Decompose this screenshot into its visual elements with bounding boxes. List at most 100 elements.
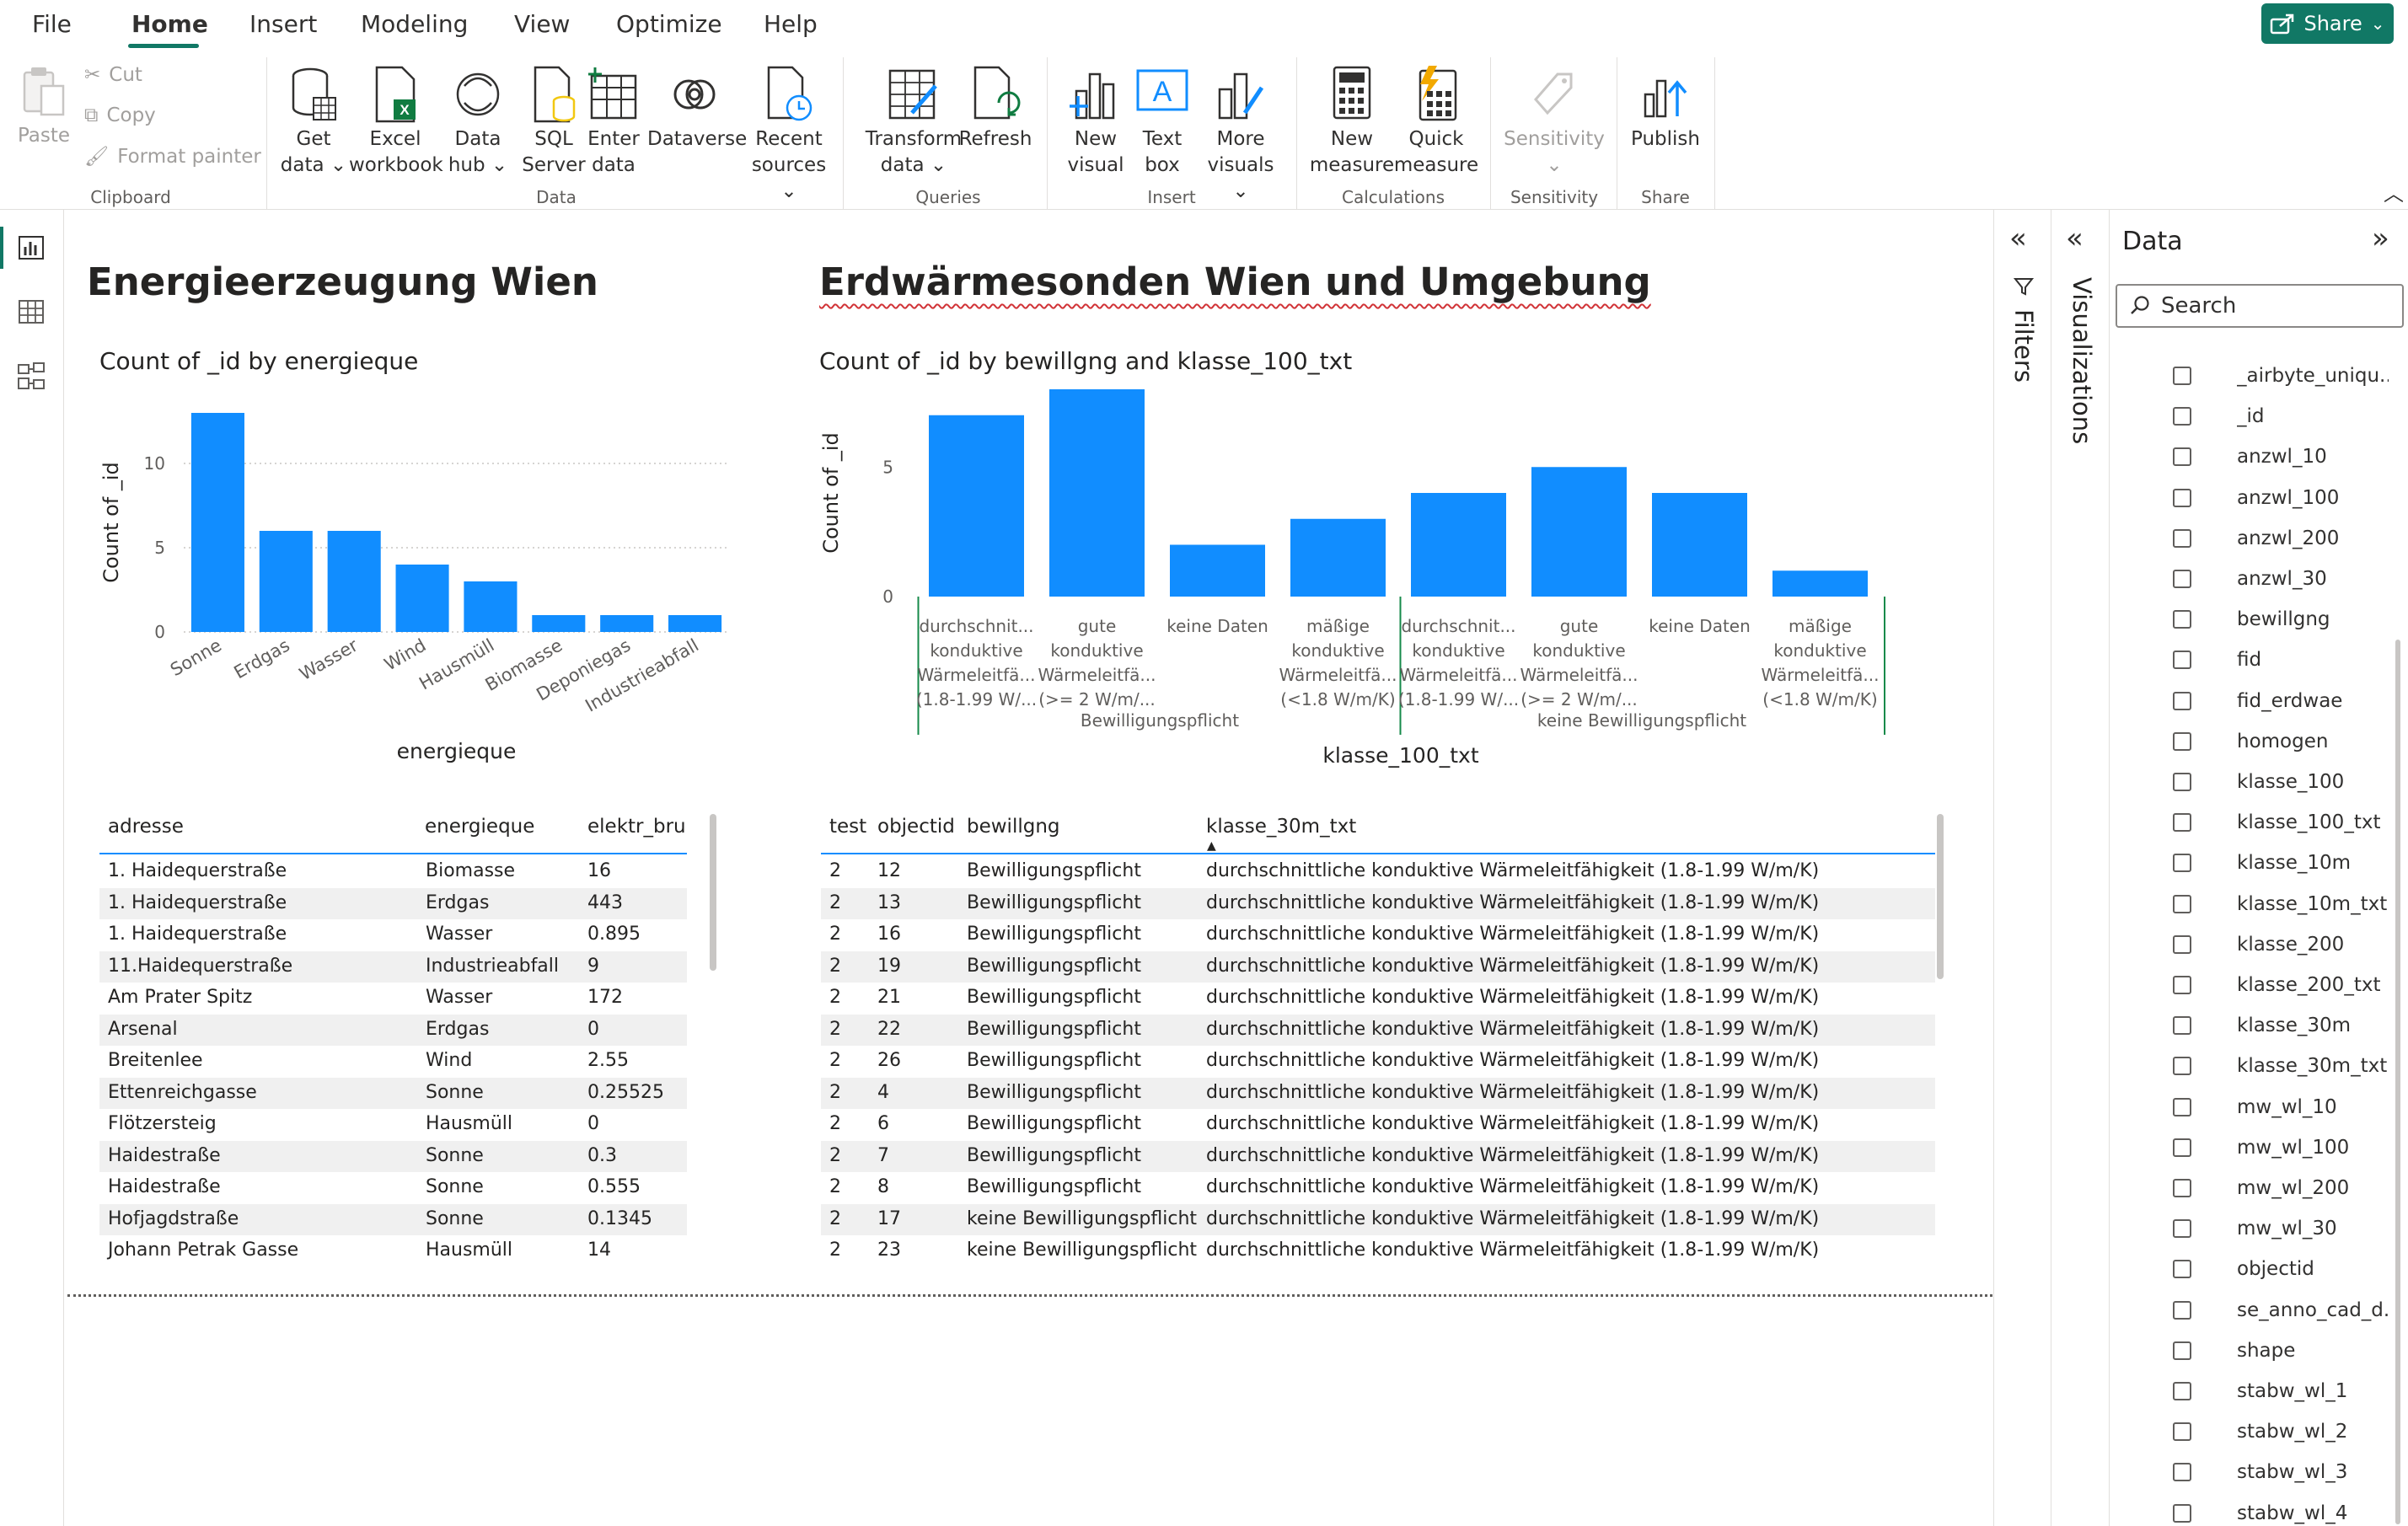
- field-item[interactable]: stabw_wl_2: [2237, 1411, 2389, 1452]
- data-search-box[interactable]: Search: [2116, 284, 2404, 328]
- format-painter-button[interactable]: 🖌 Format painter: [84, 145, 261, 169]
- bar-biomasse[interactable]: [532, 615, 586, 632]
- copy-button[interactable]: ⧉ Copy: [84, 104, 156, 126]
- field-checkbox[interactable]: [2173, 691, 2191, 710]
- field-item[interactable]: anzwl_100: [2237, 478, 2389, 518]
- field-checkbox[interactable]: [2173, 854, 2191, 873]
- table1-header-elektr-bru[interactable]: elektr_bru: [587, 816, 686, 838]
- bar-keine-bewilligungspflicht-0[interactable]: [1411, 493, 1506, 597]
- data-pane-scrollbar[interactable]: [2395, 640, 2400, 1524]
- excel-workbook-button[interactable]: X Excel workbook: [349, 66, 443, 179]
- visualizations-label[interactable]: Visualizations: [2067, 277, 2096, 444]
- field-checkbox[interactable]: [2173, 1422, 2191, 1442]
- table-view-icon[interactable]: [17, 297, 46, 326]
- field-item[interactable]: klasse_100: [2237, 762, 2389, 802]
- field-checkbox[interactable]: [2173, 1097, 2191, 1116]
- field-item[interactable]: klasse_30m_txt: [2237, 1046, 2389, 1086]
- bar-keine-bewilligungspflicht-3[interactable]: [1772, 570, 1868, 597]
- more-visuals-button[interactable]: More visuals ⌄: [1197, 66, 1284, 205]
- field-item[interactable]: mw_wl_200: [2237, 1168, 2389, 1208]
- field-checkbox[interactable]: [2173, 610, 2191, 629]
- bar-keine-bewilligungspflicht-2[interactable]: [1652, 493, 1747, 597]
- field-item[interactable]: stabw_wl_4: [2237, 1493, 2389, 1526]
- recent-sources-button[interactable]: Recent sources ⌄: [745, 66, 833, 205]
- table2-header-objectid[interactable]: objectid: [877, 816, 955, 838]
- collapse-data-pane-icon[interactable]: »: [2372, 222, 2389, 255]
- field-item[interactable]: klasse_200: [2237, 924, 2389, 965]
- chart2-bar-chart[interactable]: 0 5 Count of _id durchschnit... konduktive Wä…: [809, 379, 1905, 775]
- field-item[interactable]: anzwl_200: [2237, 518, 2389, 559]
- expand-filters-icon[interactable]: «: [2009, 222, 2027, 255]
- bar-hausmüll[interactable]: [464, 581, 518, 632]
- report-view-icon[interactable]: [17, 233, 46, 262]
- field-checkbox[interactable]: [2173, 1179, 2191, 1197]
- field-checkbox[interactable]: [2173, 651, 2191, 670]
- dataverse-button[interactable]: Dataverse: [647, 66, 747, 153]
- expand-visualizations-icon[interactable]: «: [2066, 222, 2084, 255]
- field-checkbox[interactable]: [2173, 1300, 2191, 1320]
- field-checkbox[interactable]: [2173, 1341, 2191, 1360]
- bar-industrieabfall[interactable]: [668, 615, 722, 632]
- bar-keine-bewilligungspflicht-1[interactable]: [1531, 467, 1627, 597]
- get-data-button[interactable]: Get data ⌄: [280, 66, 347, 179]
- bar-bewilligungspflicht-1[interactable]: [1049, 389, 1145, 597]
- field-item[interactable]: mw_wl_100: [2237, 1127, 2389, 1168]
- bar-wind[interactable]: [395, 565, 449, 632]
- field-checkbox[interactable]: [2173, 1463, 2191, 1482]
- share-button[interactable]: Share ⌄: [2261, 3, 2394, 44]
- field-item[interactable]: klasse_100_txt: [2237, 802, 2389, 843]
- field-item[interactable]: mw_wl_30: [2237, 1208, 2389, 1249]
- field-checkbox[interactable]: [2173, 731, 2191, 751]
- menu-tab-modeling[interactable]: Modeling: [361, 10, 468, 38]
- new-measure-button[interactable]: New measure: [1308, 66, 1396, 179]
- field-item[interactable]: homogen: [2237, 721, 2389, 762]
- field-item[interactable]: anzwl_30: [2237, 559, 2389, 599]
- table1-header-energieque[interactable]: energieque: [425, 816, 534, 838]
- filters-label[interactable]: Filters: [2009, 309, 2038, 383]
- table2-scrollbar[interactable]: [1937, 814, 1944, 979]
- menu-tab-home[interactable]: Home: [131, 10, 208, 38]
- field-checkbox[interactable]: [2173, 813, 2191, 833]
- menu-tab-help[interactable]: Help: [764, 10, 818, 38]
- sensitivity-button[interactable]: Sensitivity ⌄: [1502, 66, 1606, 179]
- bar-bewilligungspflicht-3[interactable]: [1290, 518, 1386, 597]
- bar-wasser[interactable]: [327, 531, 381, 632]
- field-checkbox[interactable]: [2173, 1382, 2191, 1400]
- table1-scrollbar[interactable]: [710, 814, 716, 971]
- field-item[interactable]: klasse_10m: [2237, 843, 2389, 883]
- field-checkbox[interactable]: [2173, 773, 2191, 791]
- field-checkbox[interactable]: [2173, 1219, 2191, 1239]
- data-hub-button[interactable]: Data hub ⌄: [442, 66, 514, 179]
- model-view-icon[interactable]: [17, 361, 46, 390]
- field-checkbox[interactable]: [2173, 1016, 2191, 1036]
- quick-measure-button[interactable]: Quick measure: [1392, 66, 1480, 179]
- field-item[interactable]: bewillgng: [2237, 599, 2389, 640]
- cut-button[interactable]: ✂ Cut: [84, 64, 142, 86]
- field-item[interactable]: shape: [2237, 1331, 2389, 1371]
- chart1-bar-chart[interactable]: 0510Count of _idSonne Erdgas Wasser WindHau…: [84, 388, 742, 775]
- field-checkbox[interactable]: [2173, 894, 2191, 913]
- table2-header-test[interactable]: test: [829, 816, 866, 838]
- enter-data-button[interactable]: Enter data: [582, 66, 646, 179]
- field-item[interactable]: stabw_wl_1: [2237, 1371, 2389, 1411]
- field-checkbox[interactable]: [2173, 1503, 2191, 1523]
- field-checkbox[interactable]: [2173, 407, 2191, 426]
- bar-deponiegas[interactable]: [600, 615, 654, 632]
- field-checkbox[interactable]: [2173, 976, 2191, 994]
- menu-tab-view[interactable]: View: [514, 10, 570, 38]
- text-box-button[interactable]: A Text box: [1129, 66, 1195, 179]
- new-visual-button[interactable]: New visual: [1064, 66, 1128, 179]
- sql-server-button[interactable]: SQL Server: [516, 66, 592, 179]
- field-checkbox[interactable]: [2173, 1057, 2191, 1076]
- field-item[interactable]: fid_erdwae: [2237, 681, 2389, 721]
- bar-bewilligungspflicht-0[interactable]: [929, 415, 1024, 597]
- field-item[interactable]: objectid: [2237, 1249, 2389, 1289]
- collapse-ribbon-icon[interactable]: ︿: [2384, 177, 2404, 206]
- transform-data-button[interactable]: Transform data ⌄: [863, 66, 964, 179]
- bar-sonne[interactable]: [190, 413, 244, 632]
- field-item[interactable]: fid: [2237, 640, 2389, 680]
- bar-erdgas[interactable]: [259, 531, 313, 632]
- table1-header-adresse[interactable]: adresse: [108, 816, 184, 838]
- field-checkbox[interactable]: [2173, 1138, 2191, 1157]
- table2-header-bewillgng[interactable]: bewillgng: [967, 816, 1060, 838]
